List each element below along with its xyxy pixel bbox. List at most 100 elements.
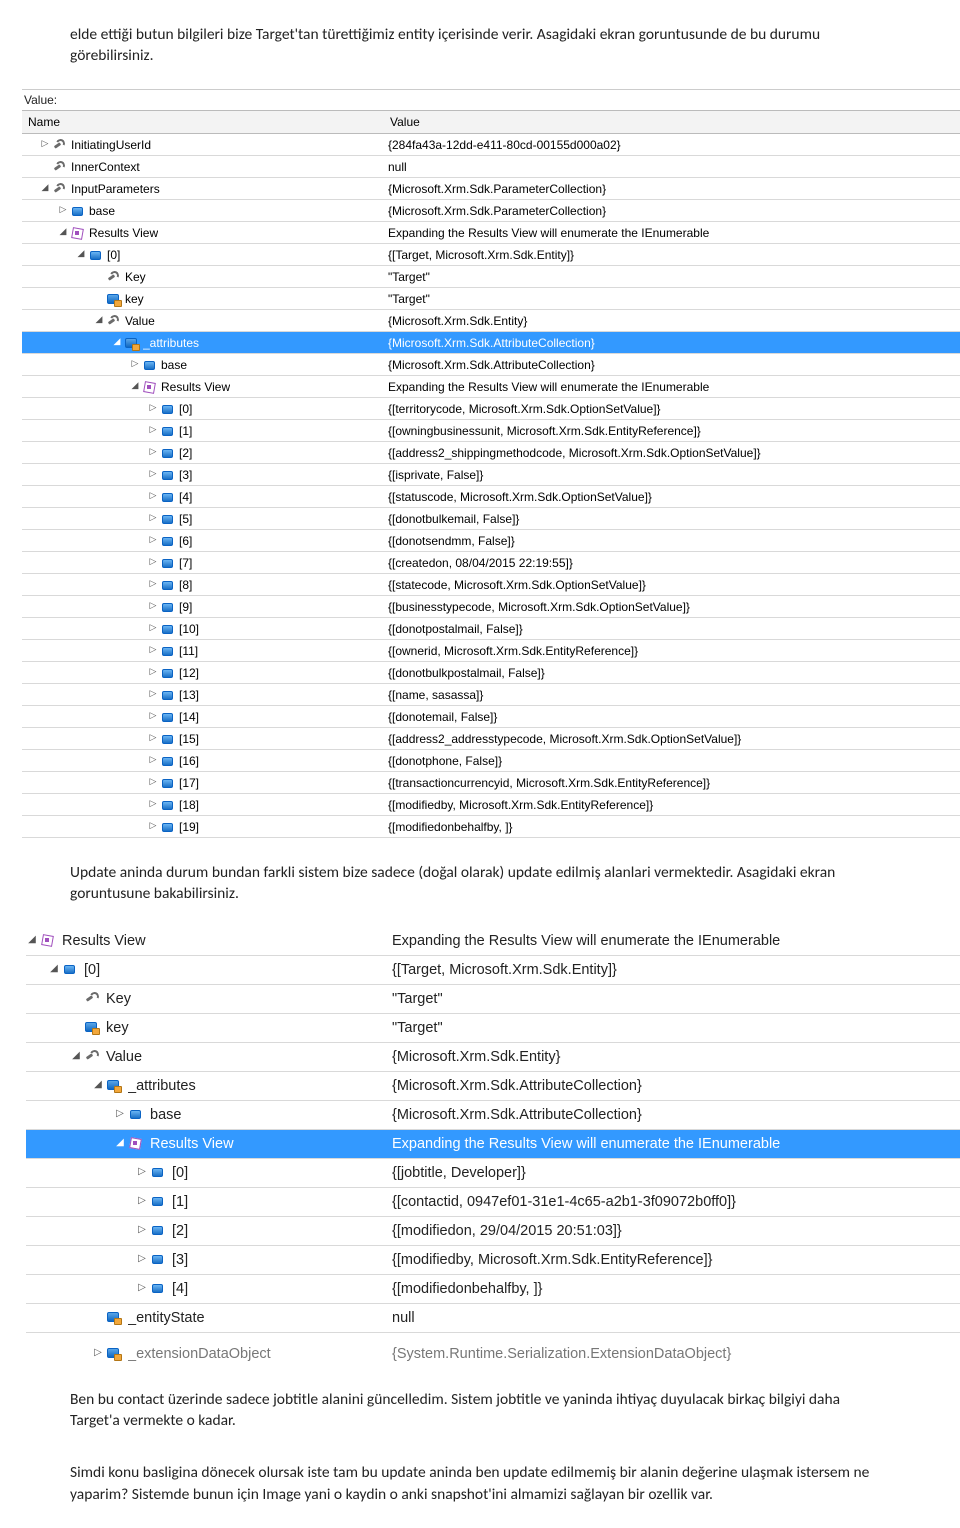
expand-toggle[interactable]: ▷ (136, 1197, 148, 1207)
watch-row[interactable]: ▷[4]{[statuscode, Microsoft.Xrm.Sdk.Opti… (22, 486, 960, 508)
expand-toggle[interactable]: ◢ (58, 228, 68, 237)
watch-row[interactable]: ▷[3]{[isprivate, False]} (22, 464, 960, 486)
row-value: Expanding the Results View will enumerat… (384, 222, 960, 243)
row-value: {[donotemail, False]} (384, 706, 960, 727)
wrench-icon (52, 138, 66, 152)
expand-toggle[interactable]: ▷ (148, 690, 158, 699)
watch-row[interactable]: ▷[18]{[modifiedby, Microsoft.Xrm.Sdk.Ent… (22, 794, 960, 816)
expand-toggle[interactable]: ◢ (70, 1052, 82, 1062)
expand-toggle[interactable]: ▷ (92, 1349, 104, 1359)
expand-toggle[interactable]: ▷ (114, 1110, 126, 1120)
watch-row[interactable]: ◢Results ViewExpanding the Results View … (26, 1130, 960, 1159)
expand-toggle[interactable]: ▷ (148, 822, 158, 831)
expand-toggle[interactable]: ▷ (148, 448, 158, 457)
watch-row[interactable]: _entityStatenull (26, 1304, 960, 1333)
watch-row[interactable]: ◢Results ViewExpanding the Results View … (26, 927, 960, 956)
watch-row[interactable]: ◢Results ViewExpanding the Results View … (22, 222, 960, 244)
expand-toggle[interactable]: ▷ (136, 1226, 148, 1236)
watch-row[interactable]: ▷[10]{[donotpostalmail, False]} (22, 618, 960, 640)
watch-row[interactable]: ▷[16]{[donotphone, False]} (22, 750, 960, 772)
row-value: null (384, 156, 960, 177)
expand-toggle[interactable]: ▷ (148, 734, 158, 743)
row-value: {[contactid, 0947ef01-31e1-4c65-a2b1-3f0… (388, 1192, 960, 1213)
expand-toggle[interactable]: ◢ (48, 965, 60, 975)
expand-toggle[interactable]: ▷ (148, 624, 158, 633)
expand-toggle[interactable]: ▷ (136, 1255, 148, 1265)
expand-toggle[interactable]: ▷ (148, 756, 158, 765)
expand-toggle[interactable]: ▷ (148, 492, 158, 501)
expand-toggle[interactable]: ◢ (26, 936, 38, 946)
expand-toggle[interactable]: ▷ (148, 558, 158, 567)
watch-row[interactable]: ▷base{Microsoft.Xrm.Sdk.AttributeCollect… (26, 1101, 960, 1130)
watch-row[interactable]: ▷[8]{[statecode, Microsoft.Xrm.Sdk.Optio… (22, 574, 960, 596)
expand-toggle[interactable]: ▷ (148, 712, 158, 721)
expand-toggle[interactable]: ◢ (76, 250, 86, 259)
watch-row[interactable]: ◢Value{Microsoft.Xrm.Sdk.Entity} (26, 1043, 960, 1072)
watch-row[interactable]: ◢_attributes{Microsoft.Xrm.Sdk.Attribute… (26, 1072, 960, 1101)
watch-row[interactable]: ▷[1]{[owningbusinessunit, Microsoft.Xrm.… (22, 420, 960, 442)
expand-toggle[interactable]: ▷ (148, 470, 158, 479)
watch-row[interactable]: ▷InitiatingUserId{284fa43a-12dd-e411-80c… (22, 134, 960, 156)
watch-row[interactable]: ◢[0]{[Target, Microsoft.Xrm.Sdk.Entity]} (22, 244, 960, 266)
col-header-value[interactable]: Value (384, 111, 960, 134)
expand-toggle[interactable]: ▷ (148, 778, 158, 787)
expand-toggle[interactable]: ◢ (92, 1081, 104, 1091)
watch-row[interactable]: ▷[3]{[modifiedby, Microsoft.Xrm.Sdk.Enti… (26, 1246, 960, 1275)
watch-row[interactable]: Key"Target" (22, 266, 960, 288)
expand-toggle[interactable]: ▷ (136, 1168, 148, 1178)
expand-toggle[interactable]: ▷ (130, 360, 140, 369)
watch-row[interactable]: ▷[17]{[transactioncurrencyid, Microsoft.… (22, 772, 960, 794)
watch-row[interactable]: ◢[0]{[Target, Microsoft.Xrm.Sdk.Entity]} (26, 956, 960, 985)
expand-toggle[interactable]: ▷ (148, 602, 158, 611)
expand-toggle[interactable]: ▷ (148, 514, 158, 523)
watch-row[interactable]: Key"Target" (26, 985, 960, 1014)
watch-row[interactable]: ▷[13]{[name, sasassa]} (22, 684, 960, 706)
watch-row[interactable]: ▷[9]{[businesstypecode, Microsoft.Xrm.Sd… (22, 596, 960, 618)
watch-row[interactable]: ▷[1]{[contactid, 0947ef01-31e1-4c65-a2b1… (26, 1188, 960, 1217)
expand-toggle[interactable]: ▷ (58, 206, 68, 215)
watch-row[interactable]: ◢Results ViewExpanding the Results View … (22, 376, 960, 398)
expand-toggle[interactable]: ▷ (136, 1284, 148, 1294)
watch-row[interactable]: ▷_extensionDataObject{System.Runtime.Ser… (26, 1333, 960, 1366)
watch-row[interactable]: key"Target" (26, 1014, 960, 1043)
expand-toggle[interactable]: ▷ (148, 668, 158, 677)
expand-toggle[interactable]: ◢ (130, 382, 140, 391)
watch-row[interactable]: ▷[2]{[modifiedon, 29/04/2015 20:51:03]} (26, 1217, 960, 1246)
expand-toggle[interactable]: ▷ (148, 580, 158, 589)
watch-row[interactable]: ◢Value{Microsoft.Xrm.Sdk.Entity} (22, 310, 960, 332)
watch-row[interactable]: ▷[5]{[donotbulkemail, False]} (22, 508, 960, 530)
col-header-name[interactable]: Name (22, 111, 384, 134)
field-icon (160, 468, 174, 482)
expand-toggle[interactable]: ◢ (40, 184, 50, 193)
field-icon (160, 820, 174, 834)
watch-row[interactable]: ▷[2]{[address2_shippingmethodcode, Micro… (22, 442, 960, 464)
watch-row[interactable]: ▷base{Microsoft.Xrm.Sdk.AttributeCollect… (22, 354, 960, 376)
watch-row[interactable]: ▷[11]{[ownerid, Microsoft.Xrm.Sdk.Entity… (22, 640, 960, 662)
prop-icon (106, 1078, 122, 1094)
watch-row[interactable]: ▷[19]{[modifiedonbehalfby, ]} (22, 816, 960, 838)
expand-toggle[interactable]: ▷ (148, 800, 158, 809)
row-value: {[donotphone, False]} (384, 750, 960, 771)
expand-toggle[interactable]: ◢ (94, 316, 104, 325)
expand-toggle[interactable]: ◢ (112, 338, 122, 347)
watch-row[interactable]: ◢InputParameters{Microsoft.Xrm.Sdk.Param… (22, 178, 960, 200)
expand-toggle[interactable]: ◢ (114, 1139, 126, 1149)
watch-row[interactable]: ▷[15]{[address2_addresstypecode, Microso… (22, 728, 960, 750)
watch-row[interactable]: ▷[14]{[donotemail, False]} (22, 706, 960, 728)
expand-toggle[interactable]: ▷ (148, 426, 158, 435)
expand-toggle[interactable]: ▷ (148, 404, 158, 413)
watch-row[interactable]: ▷[0]{[jobtitle, Developer]} (26, 1159, 960, 1188)
watch-row[interactable]: ▷[4]{[modifiedonbehalfby, ]} (26, 1275, 960, 1304)
watch-row[interactable]: ▷[7]{[createdon, 08/04/2015 22:19:55]} (22, 552, 960, 574)
watch-row[interactable]: ▷[0]{[territorycode, Microsoft.Xrm.Sdk.O… (22, 398, 960, 420)
watch-row[interactable]: key"Target" (22, 288, 960, 310)
prop-icon (106, 1346, 122, 1362)
expand-toggle[interactable]: ▷ (148, 536, 158, 545)
watch-row[interactable]: ▷[6]{[donotsendmm, False]} (22, 530, 960, 552)
watch-row[interactable]: ◢_attributes{Microsoft.Xrm.Sdk.Attribute… (22, 332, 960, 354)
expand-toggle[interactable]: ▷ (148, 646, 158, 655)
watch-row[interactable]: ▷base{Microsoft.Xrm.Sdk.ParameterCollect… (22, 200, 960, 222)
expand-toggle[interactable]: ▷ (40, 140, 50, 149)
watch-row[interactable]: ▷[12]{[donotbulkpostalmail, False]} (22, 662, 960, 684)
watch-row[interactable]: InnerContextnull (22, 156, 960, 178)
